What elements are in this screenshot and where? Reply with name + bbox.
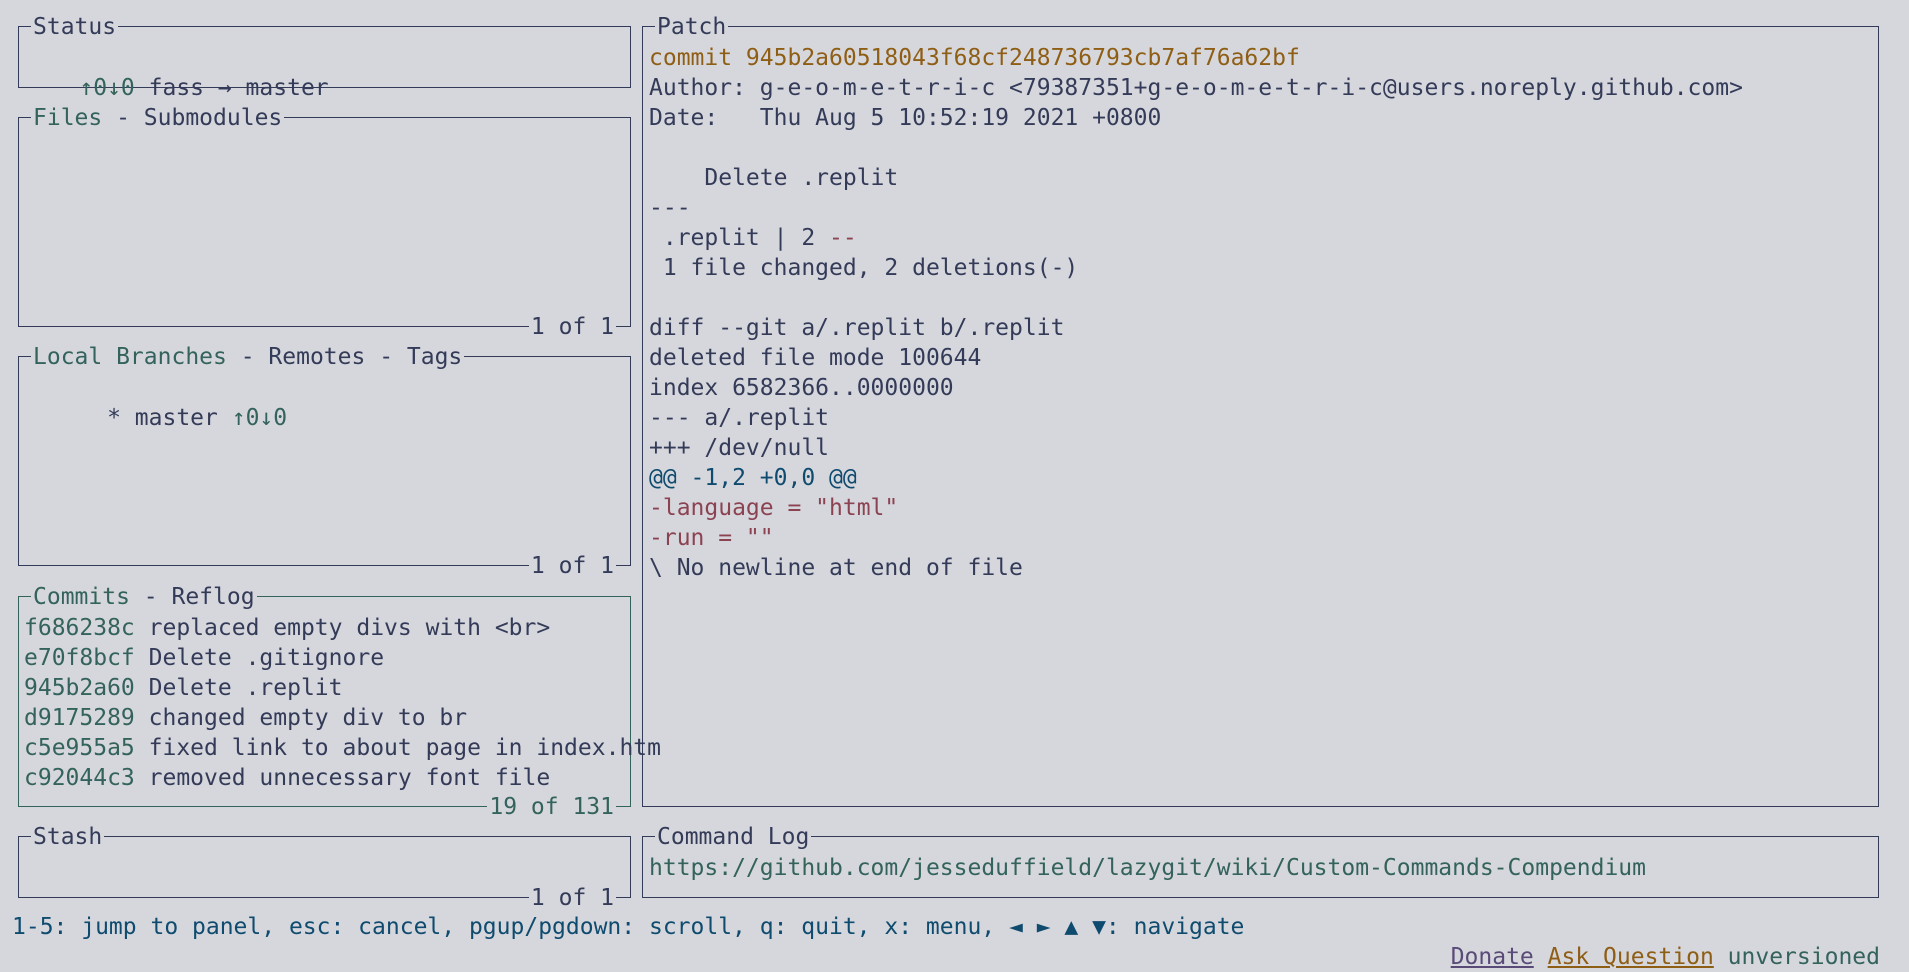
patch-stat-line: .replit | 2 -- — [649, 223, 857, 253]
patch-stat-file: .replit | 2 — [649, 225, 830, 251]
commits-panel[interactable]: Commits - Reflog f686238c replaced empty… — [18, 583, 661, 821]
branch-name: * master — [79, 405, 232, 431]
commit-sha: f686238c — [24, 615, 135, 641]
patch-author-line: Author: g-e-o-m-e-t-r-i-c <79387351+g-e-… — [649, 75, 1743, 101]
patch-diff-header: diff --git a/.replit b/.replit — [649, 315, 1065, 341]
tab-local-branches[interactable]: Local Branches — [33, 344, 227, 370]
patch-message: Delete .replit — [649, 165, 899, 191]
commits-panel-footer: 19 of 131 — [487, 793, 616, 821]
status-panel-title: Status — [31, 13, 119, 41]
patch-stat-minus: -- — [829, 225, 857, 251]
branches-panel-footer: 1 of 1 — [528, 552, 616, 580]
commit-row[interactable]: 945b2a60 Delete .replit — [24, 673, 343, 703]
patch-panel[interactable]: Patch commit 945b2a60518043f68cf24873679… — [642, 13, 1879, 807]
donate-link[interactable]: Donate — [1451, 944, 1534, 970]
command-log-title: Command Log — [655, 823, 812, 851]
footer-right: Donate Ask Question unversioned — [1423, 912, 1880, 972]
commit-row[interactable]: c5e955a5 fixed link to about page in ind… — [24, 733, 661, 763]
patch-date-line: Date: Thu Aug 5 10:52:19 2021 +0800 — [649, 105, 1162, 131]
files-panel[interactable]: Files - Submodules 1 of 1 — [18, 104, 631, 341]
patch-panel-title: Patch — [655, 13, 729, 41]
tab-reflog[interactable]: - Reflog — [130, 584, 255, 610]
stash-panel-footer: 1 of 1 — [528, 884, 616, 912]
patch-plus-file: +++ /dev/null — [649, 435, 830, 461]
commit-row[interactable]: e70f8bcf Delete .gitignore — [24, 643, 384, 673]
commit-message: Delete .replit — [148, 675, 343, 701]
tab-files[interactable]: Files — [33, 105, 102, 131]
branches-panel-title: Local Branches - Remotes - Tags — [31, 343, 465, 371]
status-panel[interactable]: Status ↑0↓0 fass → master — [18, 13, 631, 101]
version-label: unversioned — [1727, 944, 1880, 970]
tab-submodules[interactable]: - Submodules — [102, 105, 282, 131]
patch-index-line: index 6582366..0000000 — [649, 375, 954, 401]
patch-minus-file: --- a/.replit — [649, 405, 830, 431]
commit-row[interactable]: f686238c replaced empty divs with <br> — [24, 613, 550, 643]
ask-question-link[interactable]: Ask Question — [1548, 944, 1714, 970]
tab-remotes-tags[interactable]: - Remotes - Tags — [227, 344, 463, 370]
patch-separator: --- — [649, 195, 691, 221]
patch-commit-line: commit 945b2a60518043f68cf248736793cb7af… — [649, 45, 1300, 71]
keybinding-help: 1-5: jump to panel, esc: cancel, pgup/pg… — [12, 914, 1245, 940]
files-panel-title: Files - Submodules — [31, 104, 285, 132]
commits-panel-title: Commits - Reflog — [31, 583, 257, 611]
commit-message: changed empty div to br — [148, 705, 468, 731]
patch-deleted-mode: deleted file mode 100644 — [649, 345, 982, 371]
commit-message: fixed link to about page in index.htm — [148, 735, 661, 761]
commit-sha: d9175289 — [24, 705, 135, 731]
stash-panel[interactable]: Stash 1 of 1 — [18, 823, 631, 912]
patch-hunk-header: @@ -1,2 +0,0 @@ — [649, 465, 857, 491]
patch-removed-line: -run = "" — [649, 525, 774, 551]
patch-no-newline: \ No newline at end of file — [649, 555, 1023, 581]
status-text: fass → master — [134, 75, 329, 101]
command-log-link[interactable]: https://github.com/jesseduffield/lazygit… — [649, 853, 1646, 883]
files-panel-footer: 1 of 1 — [528, 313, 616, 341]
patch-summary: 1 file changed, 2 deletions(-) — [649, 255, 1079, 281]
patch-removed-line: -language = "html" — [649, 495, 899, 521]
branches-panel[interactable]: Local Branches - Remotes - Tags * master… — [18, 343, 631, 580]
commit-message: removed unnecessary font file — [148, 765, 551, 791]
branch-arrows: ↑0↓0 — [231, 405, 288, 431]
tab-commits[interactable]: Commits — [33, 584, 130, 610]
branch-item[interactable]: * master ↑0↓0 — [24, 373, 287, 463]
commit-message: replaced empty divs with <br> — [148, 615, 551, 641]
commit-message: Delete .gitignore — [148, 645, 385, 671]
command-log-panel[interactable]: Command Log https://github.com/jesseduff… — [642, 823, 1879, 898]
stash-panel-title: Stash — [31, 823, 105, 851]
commit-row[interactable]: c92044c3 removed unnecessary font file — [24, 763, 550, 793]
commit-row[interactable]: d9175289 changed empty div to br — [24, 703, 467, 733]
commit-sha: c5e955a5 — [24, 735, 135, 761]
commit-sha: 945b2a60 — [24, 675, 135, 701]
commit-sha: c92044c3 — [24, 765, 135, 791]
status-arrows: ↑0↓0 — [79, 75, 135, 101]
commit-sha: e70f8bcf — [24, 645, 135, 671]
